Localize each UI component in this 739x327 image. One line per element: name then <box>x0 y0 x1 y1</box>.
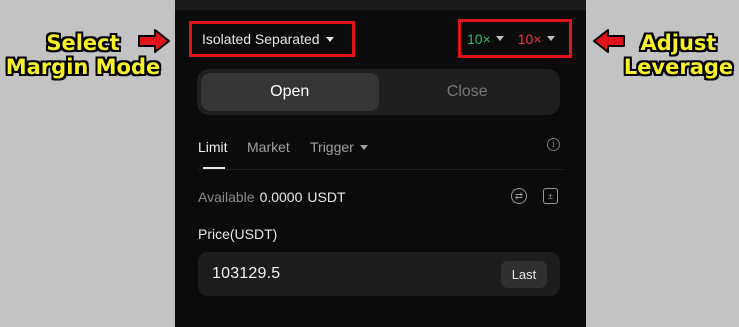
order-type-market[interactable]: Market <box>247 139 290 155</box>
short-leverage-dropdown[interactable]: 10× <box>518 31 555 47</box>
caret-down-icon <box>359 144 368 150</box>
calculator-icon[interactable]: ± <box>543 188 558 204</box>
tab-open[interactable]: Open <box>201 73 379 111</box>
open-close-tabs: Open Close <box>197 69 560 115</box>
active-tab-indicator <box>203 167 225 169</box>
leverage-callout: Adjust Leverage <box>618 31 739 79</box>
caret-down-icon <box>495 36 504 41</box>
arrow-right-icon <box>138 29 170 53</box>
available-label: Available <box>198 189 255 205</box>
order-type-tabs: Limit Market Trigger <box>198 137 563 170</box>
callout-line: Leverage <box>623 55 734 79</box>
last-price-button[interactable]: Last <box>501 261 547 288</box>
order-type-limit[interactable]: Limit <box>198 139 228 155</box>
available-amount: 0.0000 <box>259 189 303 205</box>
margin-mode-dropdown[interactable]: Isolated Separated <box>189 21 355 57</box>
long-leverage-value: 10× <box>467 30 491 47</box>
order-type-trigger-label: Trigger <box>310 139 354 155</box>
swap-icon[interactable]: ⇄ <box>511 188 527 204</box>
short-leverage-value: 10× <box>517 30 542 47</box>
price-label: Price(USDT) <box>198 226 278 242</box>
order-panel: Isolated Separated 10× 10× Open Close Li… <box>175 0 586 327</box>
available-currency: USDT <box>307 189 346 205</box>
callout-line: Margin Mode <box>5 55 161 79</box>
order-type-trigger[interactable]: Trigger <box>310 139 368 155</box>
info-icon[interactable]: i <box>547 138 560 151</box>
available-balance: Available 0.0000 USDT <box>198 189 346 205</box>
callout-line: Adjust <box>640 31 717 55</box>
panel-top-bar <box>175 0 586 10</box>
caret-down-icon <box>546 36 555 41</box>
price-value: 103129.5 <box>212 265 281 282</box>
long-leverage-dropdown[interactable]: 10× <box>467 31 504 47</box>
margin-mode-label: Isolated Separated <box>202 31 320 47</box>
leverage-selector: 10× 10× <box>458 19 572 58</box>
price-input[interactable]: 103129.5 Last <box>198 252 560 296</box>
caret-down-icon <box>325 36 334 42</box>
tab-close[interactable]: Close <box>379 73 557 111</box>
